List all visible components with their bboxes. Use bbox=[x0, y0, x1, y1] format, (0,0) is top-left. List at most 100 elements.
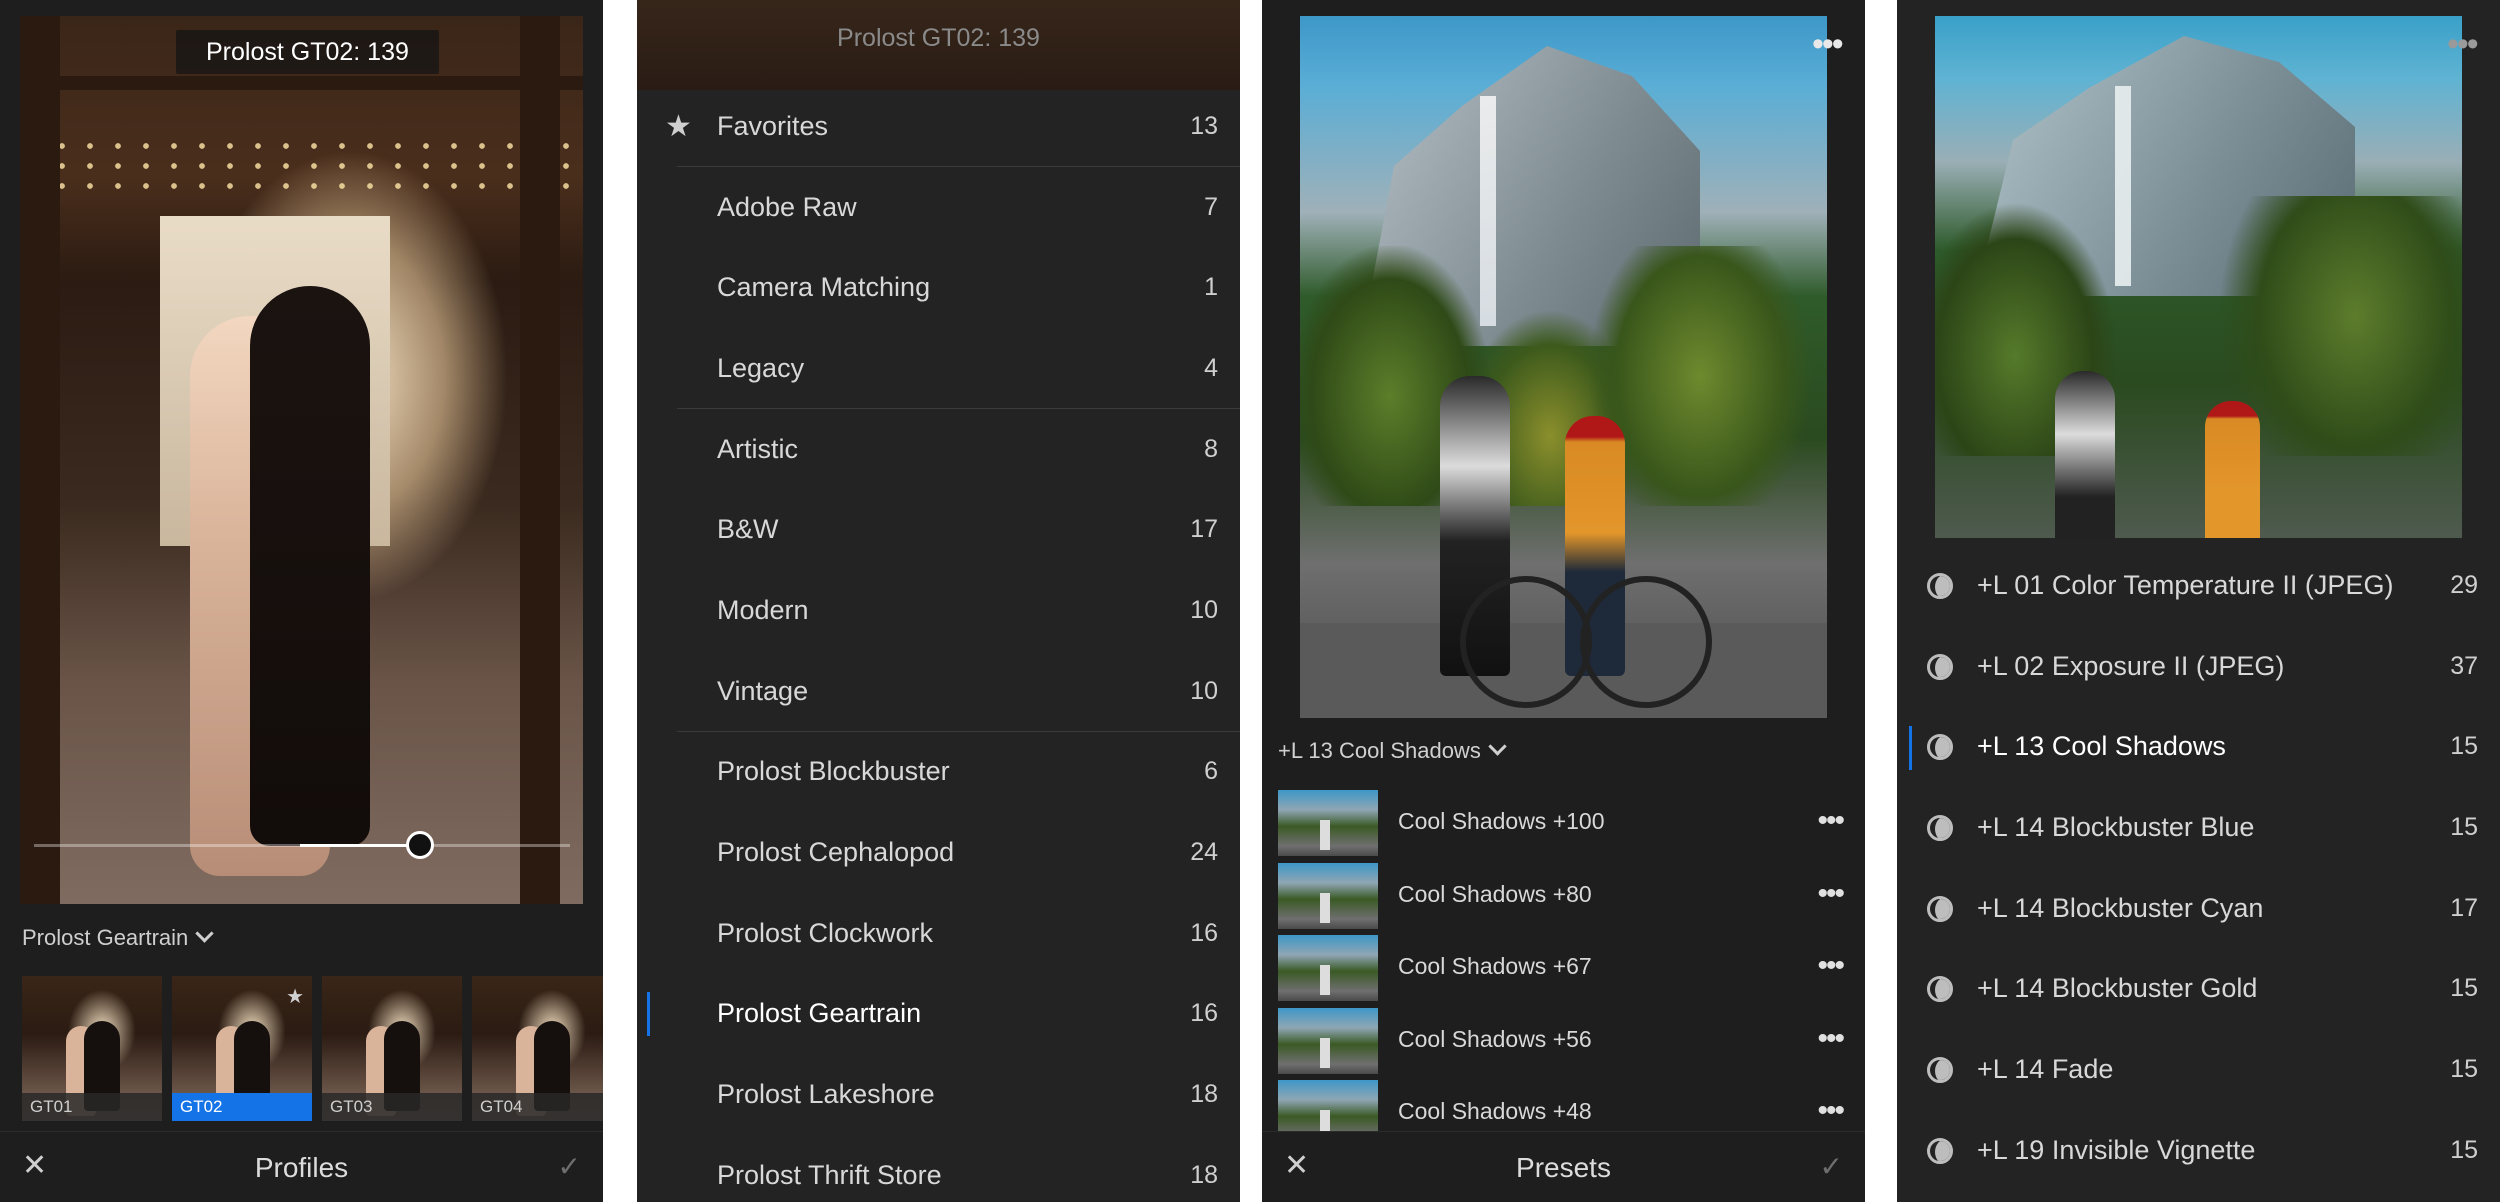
profile-group-label: Camera Matching bbox=[717, 272, 931, 303]
thumbnail-label: GT02 bbox=[172, 1093, 312, 1121]
yosemite-photo bbox=[1300, 16, 1827, 718]
more-options-icon[interactable]: ••• bbox=[1817, 877, 1844, 911]
preset-group-item[interactable]: +L 14 Blockbuster Cyan 17 bbox=[1897, 870, 2500, 951]
bottom-bar-title: Profiles bbox=[254, 1152, 349, 1183]
profile-group-item[interactable]: Adobe Raw 7 bbox=[637, 167, 1240, 248]
preset-group-label: +L 14 Blockbuster Gold bbox=[1977, 973, 2258, 1004]
preset-thumbnail bbox=[1278, 790, 1378, 856]
chevron-down-icon bbox=[1488, 737, 1507, 756]
checkmark-icon[interactable]: ✓ bbox=[1820, 1150, 1843, 1183]
preset-item[interactable]: Cool Shadows +80 ••• bbox=[1262, 859, 1865, 932]
preset-label: Cool Shadows +80 bbox=[1398, 880, 1592, 907]
profile-group-label: Prolost Geartrain bbox=[22, 925, 189, 950]
preset-group-item[interactable]: +L 14 Blockbuster Blue 15 bbox=[1897, 789, 2500, 870]
preset-label: Cool Shadows +48 bbox=[1398, 1098, 1592, 1124]
preset-group-item[interactable]: +L 13 Cool Shadows 15 bbox=[1897, 708, 2500, 789]
profile-group-count: 7 bbox=[1204, 192, 1218, 221]
profile-group-item[interactable]: Prolost Geartrain 16 bbox=[637, 974, 1240, 1055]
preset-group-count: 15 bbox=[2450, 813, 2478, 842]
preset-group-count: 15 bbox=[2450, 1055, 2478, 1084]
preset-group-label: +L 01 Color Temperature II (JPEG) bbox=[1977, 570, 2394, 600]
profile-group-item[interactable]: Modern 10 bbox=[637, 570, 1240, 651]
profile-thumbnail-strip: GT01 ★ GT02 GT03 GT04 bbox=[22, 976, 603, 1121]
selection-marker bbox=[1909, 726, 1912, 771]
profile-group-item[interactable]: Camera Matching 1 bbox=[637, 247, 1240, 328]
more-options-icon[interactable]: ••• bbox=[2447, 27, 2479, 61]
preset-thumbnail bbox=[1278, 1007, 1378, 1074]
profile-group-label: Prolost Blockbuster bbox=[717, 756, 950, 787]
profile-group-count: 18 bbox=[1190, 1160, 1218, 1189]
preset-label: Cool Shadows +56 bbox=[1398, 1025, 1592, 1052]
profile-group-item[interactable]: Prolost Lakeshore 18 bbox=[637, 1054, 1240, 1135]
profile-group-item[interactable]: Legacy 4 bbox=[637, 328, 1240, 409]
profile-group-label: Prolost Geartrain bbox=[717, 998, 922, 1029]
profile-group-item[interactable]: ★ Favorites 13 bbox=[637, 86, 1240, 167]
preset-group-count: 37 bbox=[2450, 651, 2478, 680]
amount-slider-knob[interactable] bbox=[405, 831, 434, 859]
preset-group-count: 15 bbox=[2450, 732, 2478, 761]
preset-group-list: +L 01 Color Temperature II (JPEG) 29 +L 02… bbox=[1897, 547, 2500, 1193]
preset-icon bbox=[1927, 734, 1953, 761]
thumbnail-label: GT03 bbox=[322, 1093, 462, 1121]
profile-group-label: Artistic bbox=[717, 433, 798, 464]
profile-group-count: 16 bbox=[1190, 918, 1218, 947]
profile-group-selector[interactable]: Prolost Geartrain bbox=[22, 924, 214, 951]
wedding-photo bbox=[20, 16, 583, 904]
preset-group-count: 15 bbox=[2450, 974, 2478, 1003]
preset-group-item[interactable]: +L 14 Blockbuster Gold 15 bbox=[1897, 950, 2500, 1031]
thumbnail-label: GT04 bbox=[472, 1093, 603, 1121]
profile-group-label: Vintage bbox=[717, 675, 809, 706]
profile-thumbnail[interactable]: GT03 bbox=[322, 976, 462, 1121]
more-options-icon[interactable]: ••• bbox=[1817, 949, 1844, 983]
checkmark-icon[interactable]: ✓ bbox=[558, 1150, 581, 1183]
preset-group-label: +L 14 Blockbuster Blue bbox=[1977, 812, 2255, 843]
more-options-icon[interactable]: ••• bbox=[1817, 1094, 1844, 1128]
profile-group-item[interactable]: Artistic 8 bbox=[637, 409, 1240, 490]
preset-groups-panel: ••• +L 01 Color Temperature II (JPEG) 29 +… bbox=[1897, 0, 2500, 1202]
preset-icon bbox=[1927, 1057, 1953, 1084]
bottom-bar: ✕ Profiles ✓ bbox=[0, 1131, 603, 1202]
profile-thumbnail[interactable]: ★ GT02 bbox=[172, 976, 312, 1121]
preset-group-item[interactable]: +L 01 Color Temperature II (JPEG) 29 bbox=[1897, 547, 2500, 628]
preset-thumbnail bbox=[1278, 862, 1378, 929]
preset-thumbnail bbox=[1278, 935, 1378, 1001]
profile-thumbnail[interactable]: GT01 bbox=[22, 976, 162, 1121]
profile-group-item[interactable]: Prolost Blockbuster 6 bbox=[637, 732, 1240, 813]
profile-group-item[interactable]: Prolost Thrift Store 18 bbox=[637, 1135, 1240, 1202]
preset-group-item[interactable]: +L 02 Exposure II (JPEG) 37 bbox=[1897, 628, 2500, 709]
preset-icon bbox=[1927, 1137, 1953, 1164]
preset-item[interactable]: Cool Shadows +67 ••• bbox=[1262, 931, 1865, 1004]
preset-icon bbox=[1927, 653, 1953, 680]
profile-group-count: 10 bbox=[1190, 676, 1218, 705]
more-options-icon[interactable]: ••• bbox=[1817, 1022, 1844, 1056]
preset-group-item[interactable]: +L 19 Invisible Vignette 15 bbox=[1897, 1112, 2500, 1193]
preset-icon bbox=[1927, 895, 1953, 922]
preset-group-item[interactable]: +L 14 Fade 15 bbox=[1897, 1031, 2500, 1112]
star-icon[interactable]: ★ bbox=[286, 984, 304, 1009]
profile-thumbnail[interactable]: GT04 bbox=[472, 976, 603, 1121]
profile-group-item[interactable]: Prolost Clockwork 16 bbox=[637, 893, 1240, 974]
preset-group-count: 15 bbox=[2450, 1135, 2478, 1164]
preset-label: Cool Shadows +67 bbox=[1398, 953, 1592, 979]
profile-group-list: ★ Favorites 13 Adobe Raw 7 Camera Matching 1 Le… bbox=[637, 86, 1240, 1202]
profile-group-label: Legacy bbox=[717, 352, 805, 383]
preset-group-count: 29 bbox=[2450, 571, 2478, 599]
profile-group-label: Prolost Thrift Store bbox=[717, 1159, 942, 1190]
preset-group-label: +L 13 Cool Shadows bbox=[1278, 738, 1481, 763]
profile-group-item[interactable]: B&W 17 bbox=[637, 489, 1240, 570]
profile-group-label: Modern bbox=[717, 594, 809, 625]
profile-group-label: Favorites bbox=[717, 110, 829, 141]
preset-icon bbox=[1927, 573, 1953, 599]
preset-list: Cool Shadows +100 ••• Cool Shadows +80 ••• C… bbox=[1262, 786, 1865, 1149]
profile-group-count: 6 bbox=[1204, 757, 1218, 786]
preset-icon bbox=[1927, 976, 1953, 1003]
more-options-icon[interactable]: ••• bbox=[1817, 804, 1844, 838]
profile-group-item[interactable]: Vintage 10 bbox=[637, 651, 1240, 732]
profile-group-item[interactable]: Prolost Cephalopod 24 bbox=[637, 812, 1240, 893]
preset-item[interactable]: Cool Shadows +56 ••• bbox=[1262, 1004, 1865, 1077]
preset-label: Cool Shadows +100 bbox=[1398, 808, 1605, 834]
preset-item[interactable]: Cool Shadows +100 ••• bbox=[1262, 786, 1865, 859]
more-options-icon[interactable]: ••• bbox=[1812, 27, 1844, 61]
preset-group-label: +L 13 Cool Shadows bbox=[1977, 731, 2226, 762]
preset-group-selector[interactable]: +L 13 Cool Shadows bbox=[1278, 737, 1507, 764]
